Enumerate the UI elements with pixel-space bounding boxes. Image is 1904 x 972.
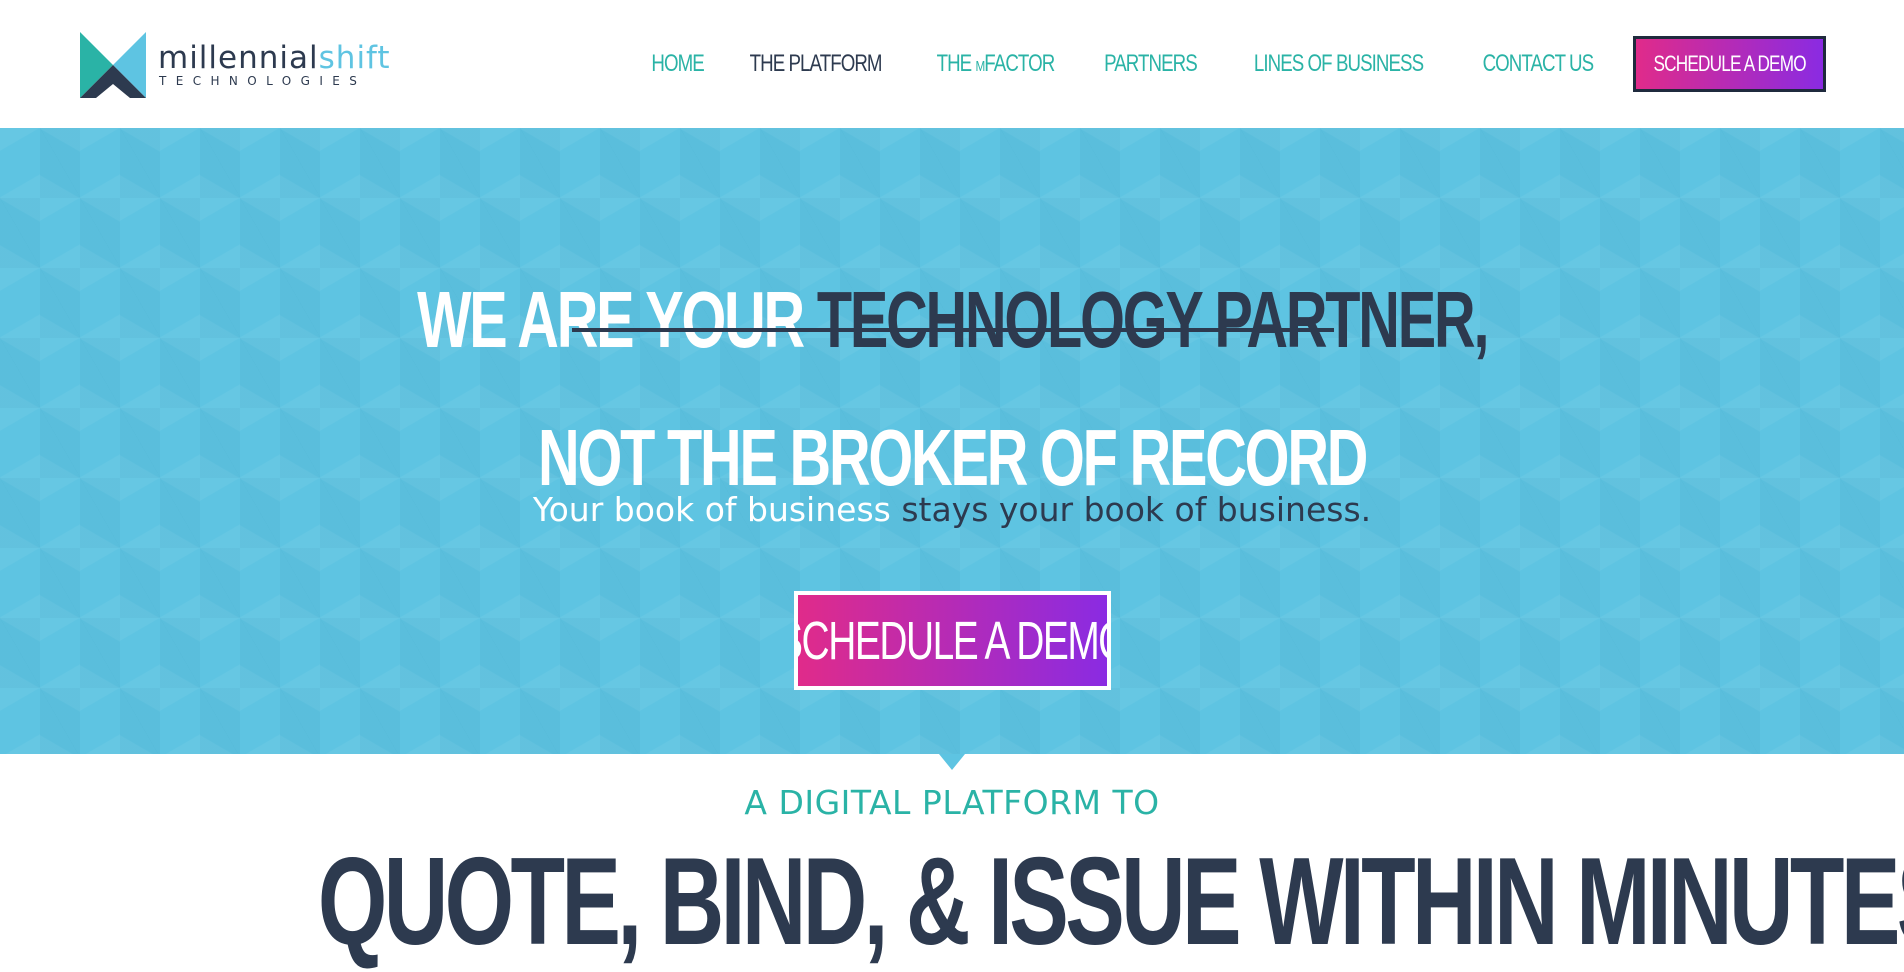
logo-subtitle: TECHNOLOGIES [159, 74, 367, 88]
hero-schedule-demo-label: SCHEDULE A DEMO [794, 610, 1111, 671]
headline-divider [572, 328, 1334, 332]
nav-lines-of-business[interactable]: LINES OF BUSINESS [1240, 50, 1437, 78]
nav-the-mfactor[interactable]: THE MFACTOR [923, 50, 1069, 78]
hero-subheading: Your book of business stays your book of… [0, 490, 1904, 530]
site-header: millennialshift TECHNOLOGIES HOME THE PL… [0, 0, 1904, 128]
hero-headline-dark: TECHNOLOGY PARTNER, [816, 274, 1490, 364]
hero-headline-white: WE ARE YOUR [416, 274, 817, 364]
section-title: QUOTE, BIND, & ISSUE WITHIN MINUTES [0, 832, 1904, 972]
brand-logo[interactable]: millennialshift TECHNOLOGIES [80, 32, 391, 98]
nav-the-mfactor-m: M [975, 58, 986, 75]
nav-partners[interactable]: PARTNERS [1090, 50, 1211, 78]
logo-name: millennialshift [158, 42, 391, 74]
nav-the-mfactor-pre: THE [936, 50, 976, 77]
hero-headline-line1: WE ARE YOUR TECHNOLOGY PARTNER, [0, 279, 1904, 360]
logo-name-primary: millennial [158, 40, 319, 76]
logo-name-accent: shift [318, 40, 391, 76]
hero-sub-dark: stays your book of business. [901, 490, 1372, 529]
hero-sub-white: Your book of business [532, 490, 902, 529]
nav-schedule-demo-label: SCHEDULE A DEMO [1653, 51, 1806, 76]
main-nav: HOME THE PLATFORM THE MFACTOR PARTNERS L… [634, 36, 1826, 92]
logo-mark-icon [80, 32, 146, 98]
section-title-text: QUOTE, BIND, & ISSUE WITHIN MINUTES [317, 833, 1904, 971]
nav-the-mfactor-post: FACTOR [984, 50, 1055, 77]
hero-headline-line2-text: NOT THE BROKER OF RECORD [537, 412, 1368, 502]
hero-headline-line2: NOT THE BROKER OF RECORD [0, 412, 1904, 502]
nav-contact-us[interactable]: CONTACT US [1468, 50, 1607, 78]
nav-home[interactable]: HOME [637, 50, 717, 78]
logo-wordmark: millennialshift TECHNOLOGIES [158, 42, 391, 88]
nav-schedule-demo-button[interactable]: SCHEDULE A DEMO [1632, 36, 1826, 92]
section-kicker: A DIGITAL PLATFORM TO [744, 783, 1160, 822]
hero-notch-arrow [939, 754, 965, 770]
hero-schedule-demo-button[interactable]: SCHEDULE A DEMO [794, 591, 1111, 690]
nav-the-platform[interactable]: THE PLATFORM [736, 50, 896, 78]
